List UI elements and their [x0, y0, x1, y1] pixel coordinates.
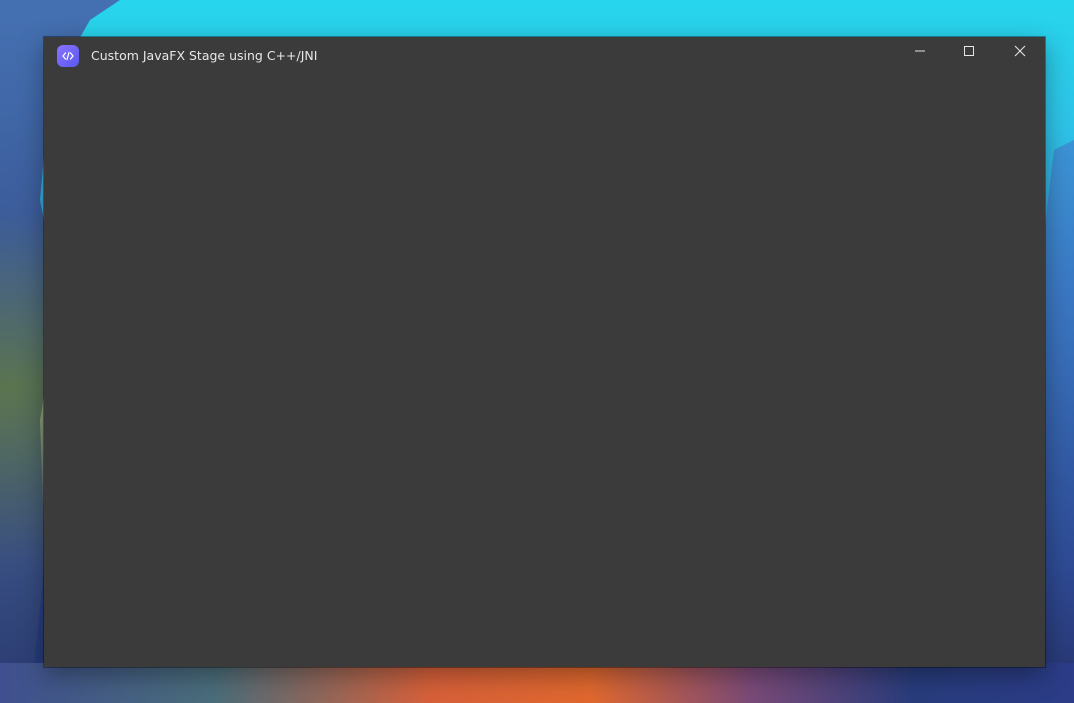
- app-window: Custom JavaFX Stage using C++/JNI: [44, 37, 1045, 667]
- maximize-button[interactable]: [945, 37, 993, 65]
- close-button[interactable]: [995, 37, 1045, 65]
- wallpaper-ground: [0, 663, 1074, 703]
- code-icon: [57, 45, 79, 67]
- title-bar[interactable]: Custom JavaFX Stage using C++/JNI: [44, 37, 1045, 75]
- window-title: Custom JavaFX Stage using C++/JNI: [91, 48, 318, 63]
- maximize-icon: [964, 46, 974, 56]
- close-icon: [1014, 45, 1026, 57]
- minimize-button[interactable]: [896, 37, 944, 65]
- minimize-icon: [915, 50, 925, 52]
- stage-content-area: [44, 75, 1045, 667]
